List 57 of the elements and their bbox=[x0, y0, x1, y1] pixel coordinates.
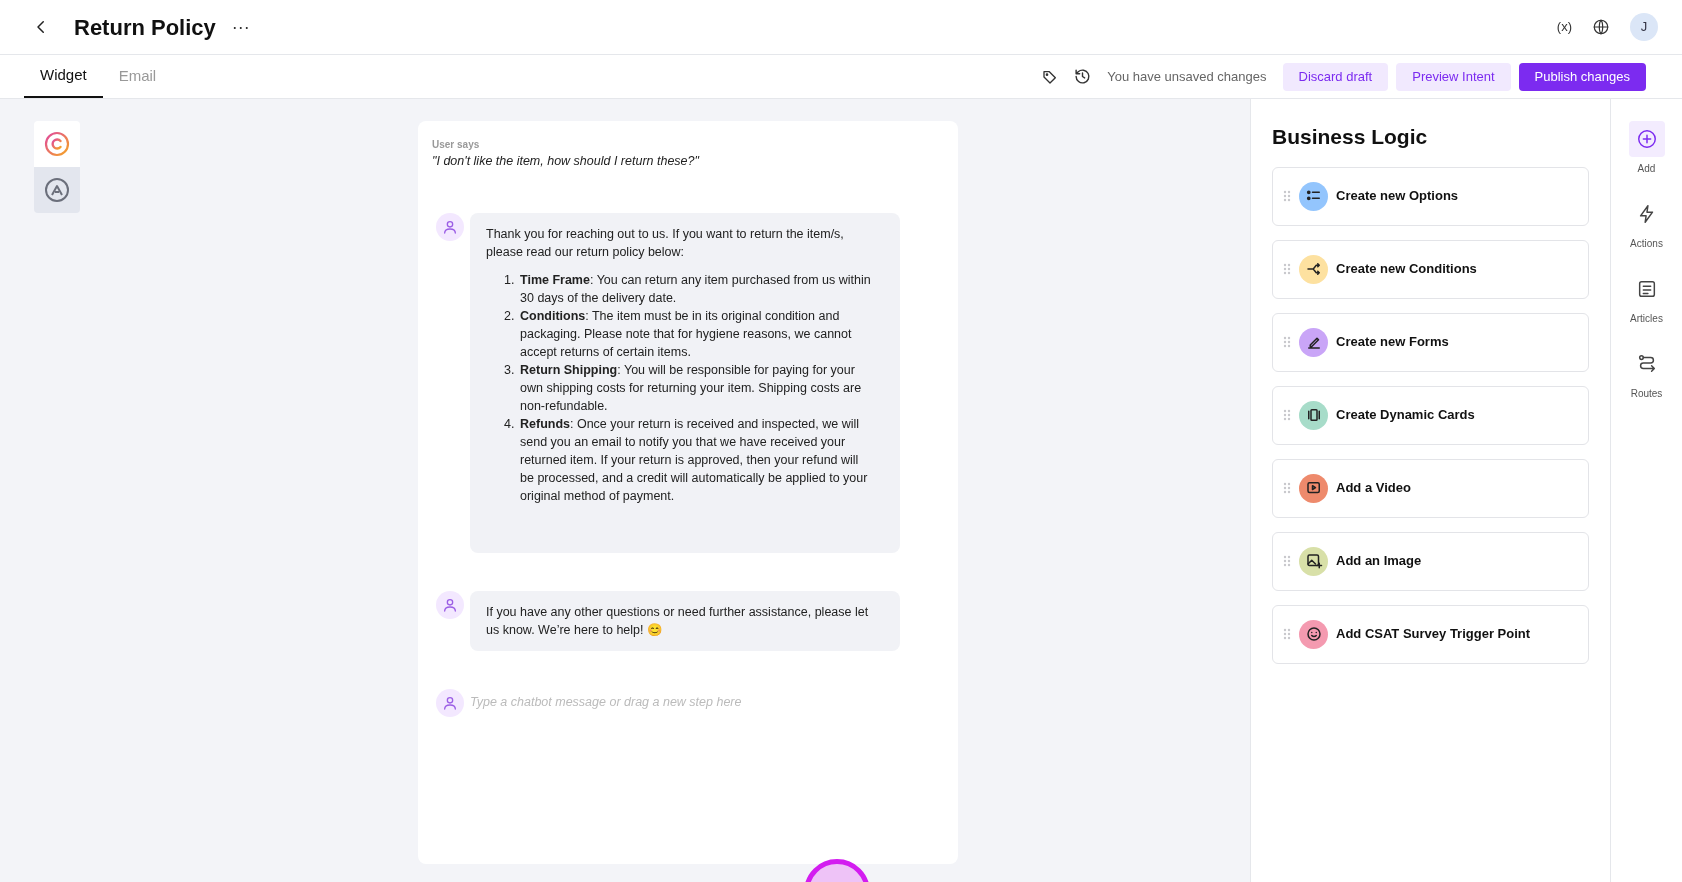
bot-avatar-icon bbox=[436, 590, 464, 619]
globe-icon[interactable] bbox=[1592, 18, 1610, 36]
publish-button[interactable]: Publish changes bbox=[1518, 62, 1646, 91]
drag-handle-icon[interactable] bbox=[1283, 190, 1291, 202]
logic-item-label: Create new Forms bbox=[1336, 333, 1449, 352]
drag-handle-icon[interactable] bbox=[1283, 555, 1291, 567]
drag-handle-icon[interactable] bbox=[1283, 628, 1291, 640]
policy-item: Refunds: Once your return is received and inspected, we will send you an email to notify you that we have received your returned item. If your return is approved, then your refund will be processed, and a credit will automatically be applied to your original method of payment. bbox=[520, 415, 869, 505]
policy-item: Time Frame: You can return any item purchased from us within 30 days of the delivery date. bbox=[520, 271, 872, 307]
drag-handle-icon[interactable] bbox=[1283, 336, 1291, 348]
page-title: Return Policy bbox=[74, 13, 216, 42]
logic-item[interactable]: Create new Options bbox=[1272, 166, 1589, 226]
drag-handle-icon[interactable] bbox=[1283, 482, 1291, 494]
logic-item-label: Create new Options bbox=[1336, 187, 1459, 206]
drag-handle-icon[interactable] bbox=[1283, 263, 1291, 275]
bot-message: Thank you for reaching out to us. If you want to return the item/s, please read our return policy below: 1. Time Frame: You can return any item purchased from us within 30 days of the delivery date. 2. Conditions: The item must be in its original condition and packaging. Please note that for hygiene reasons, we cannot accept returns of certain items. 3. Return Shipping: You will be responsible for paying for your own shipping costs for returning your item. Shipping costs are non-refundable. 4. Refunds: Once your return is received and inspected, we will send you an email to notify you that we have received your returned item. If your return is approved, then your refund will be processed, and a credit will automatically be applied to your original method of payment. bbox=[470, 212, 900, 553]
history-icon[interactable] bbox=[1074, 68, 1092, 85]
list-number: 2. bbox=[504, 307, 516, 325]
a-logo-icon bbox=[44, 177, 70, 203]
rail-button[interactable]: Routes bbox=[1628, 346, 1665, 401]
list-number: 4. bbox=[504, 415, 516, 433]
logic-item-label: Create new Conditions bbox=[1336, 260, 1477, 279]
policy-item: Conditions: The item must be in its original condition and packaging. Please note that for hygiene reasons, we cannot accept returns of certain items. bbox=[520, 307, 853, 361]
logic-item-label: Create Dynamic Cards bbox=[1336, 406, 1475, 425]
logic-item[interactable]: Create Dynamic Cards bbox=[1272, 385, 1589, 445]
channel-button[interactable] bbox=[34, 121, 80, 167]
logic-item-label: Add an Image bbox=[1336, 552, 1422, 571]
bot-avatar-icon bbox=[436, 212, 464, 241]
more-button[interactable]: ··· bbox=[231, 13, 250, 41]
list-number: 1. bbox=[504, 271, 516, 289]
bot-avatar-icon bbox=[436, 688, 464, 717]
secondary-button[interactable]: Discard draft bbox=[1282, 62, 1389, 91]
logic-item[interactable]: Add a Video bbox=[1272, 458, 1589, 518]
panel-title: Business Logic bbox=[1272, 124, 1429, 150]
logic-item[interactable]: Create new Conditions bbox=[1272, 239, 1589, 299]
unsaved-status: You have unsaved changes bbox=[1107, 67, 1267, 86]
user-says-label: User says bbox=[432, 138, 481, 152]
c-logo-icon bbox=[44, 131, 70, 157]
list-number: 3. bbox=[504, 361, 516, 379]
secondary-button[interactable]: Preview Intent bbox=[1396, 62, 1511, 91]
logic-item-label: Add a Video bbox=[1336, 479, 1411, 498]
user-avatar[interactable]: J bbox=[1630, 13, 1658, 41]
logic-item-label: Add CSAT Survey Trigger Point bbox=[1336, 625, 1531, 644]
plus-circle-icon bbox=[1635, 128, 1658, 150]
drag-handle-icon[interactable] bbox=[1283, 409, 1291, 421]
bot-message: If you have any other questions or need further assistance, please let us know. We’re here to help! 😊 bbox=[470, 590, 900, 651]
logic-item[interactable]: Add CSAT Survey Trigger Point bbox=[1272, 604, 1589, 664]
user-message: "I don't like the item, how should I return these?" bbox=[432, 153, 701, 170]
rail-button[interactable]: Actions bbox=[1628, 196, 1665, 251]
policy-item: Return Shipping: You will be responsible for paying for your own shipping costs for returning your item. Shipping costs are non-refundable. bbox=[520, 361, 863, 415]
logic-item[interactable]: Add an Image bbox=[1272, 531, 1589, 591]
channel-button[interactable] bbox=[34, 167, 80, 213]
rail-button[interactable]: Articles bbox=[1628, 271, 1665, 326]
logic-item[interactable]: Create new Forms bbox=[1272, 312, 1589, 372]
variables-button[interactable]: (x) bbox=[1556, 17, 1572, 37]
tag-icon[interactable] bbox=[1042, 68, 1059, 85]
message-input[interactable]: Type a chatbot message or drag a new step here bbox=[470, 693, 944, 713]
